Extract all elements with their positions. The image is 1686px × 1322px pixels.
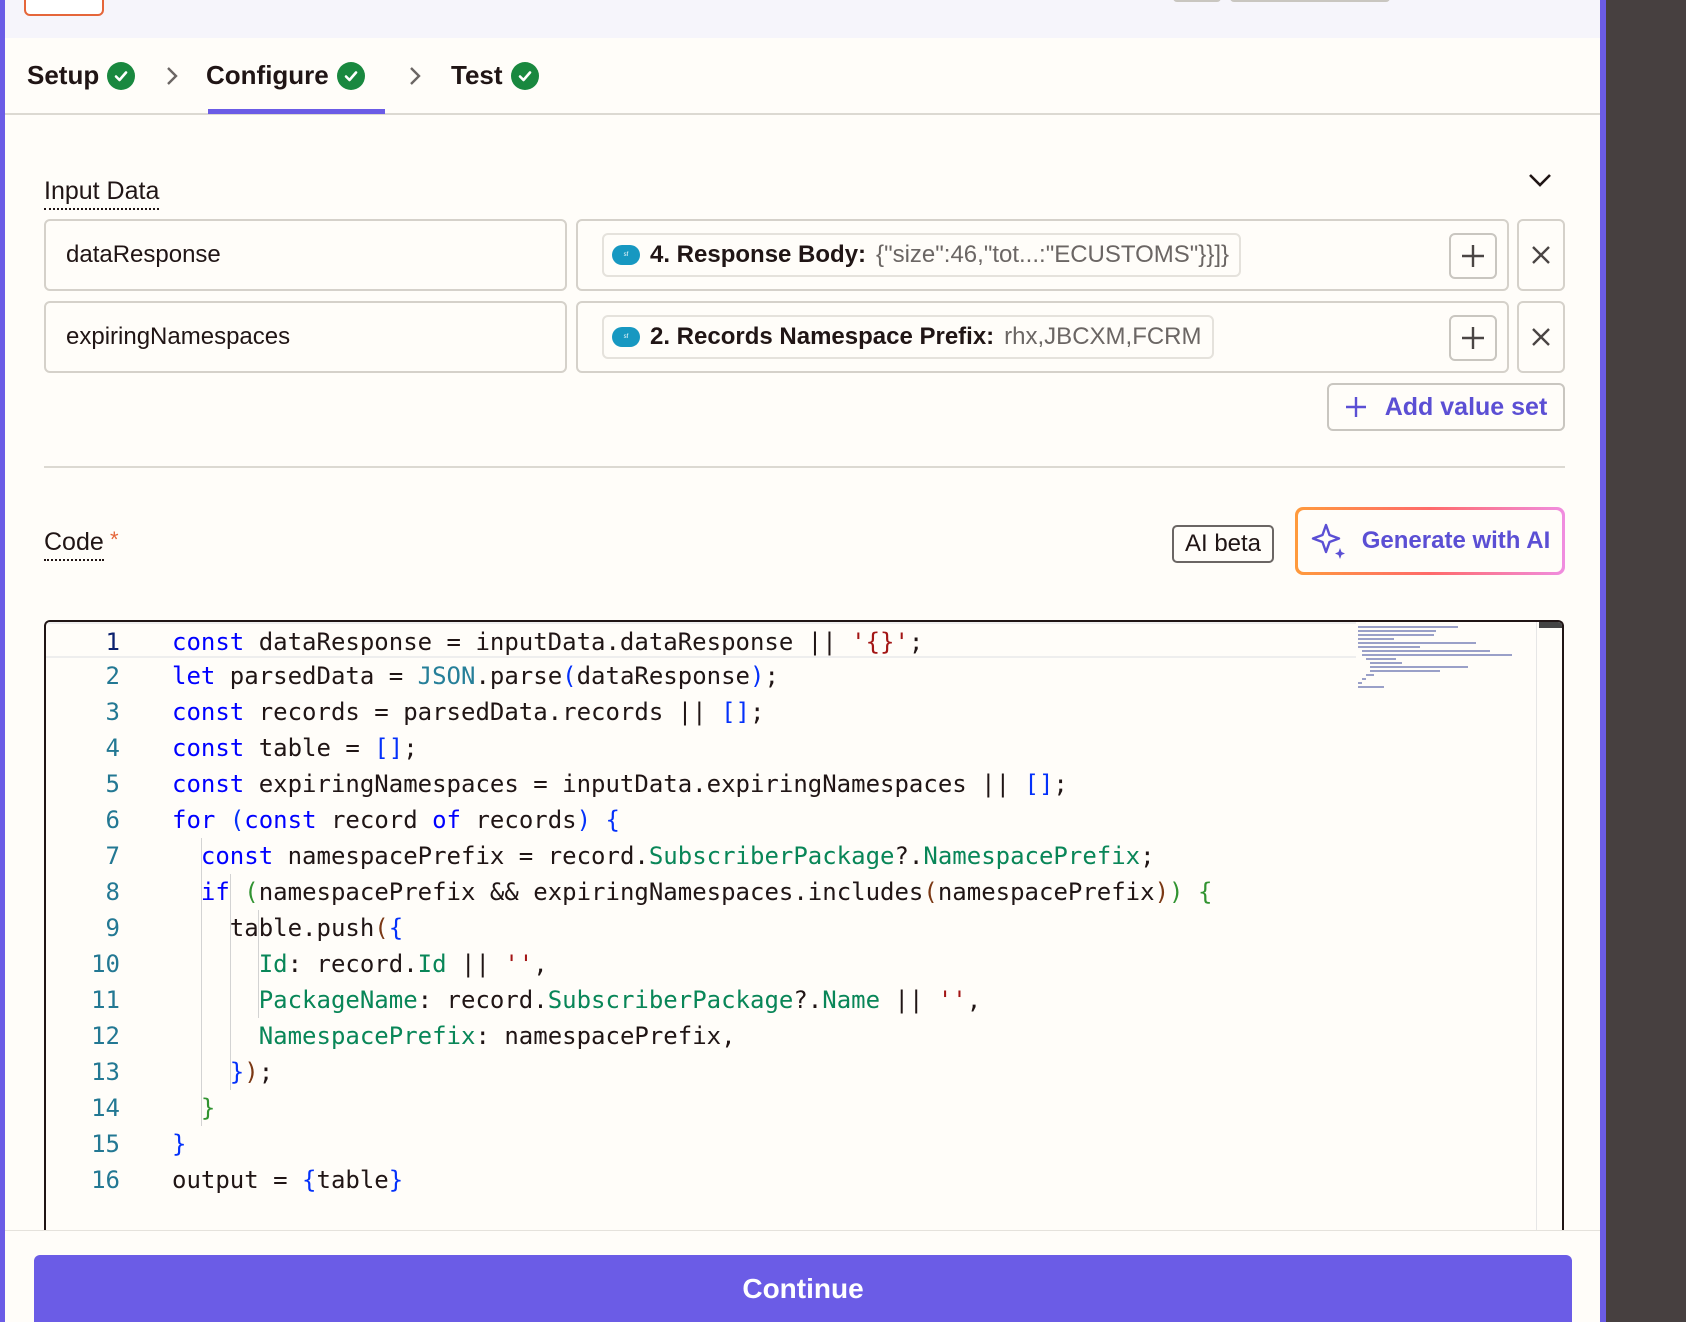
top-toolbar: [5, 0, 1600, 38]
input-value-field[interactable]: sf 2. Records Namespace Prefix: rhx,JBCX…: [576, 301, 1509, 373]
remove-row-button[interactable]: [1517, 301, 1565, 373]
ai-beta-badge: AI beta: [1172, 525, 1274, 563]
chevron-right-icon: [165, 62, 179, 94]
code-line[interactable]: 6 for (const record of records) {: [46, 802, 1356, 838]
pill-preview: {"size":46,"tot...:"ECUSTOMS"}}]}: [876, 241, 1230, 268]
scroll-thumb[interactable]: [1539, 622, 1562, 628]
code-line[interactable]: 16 output = {table}: [46, 1162, 1356, 1198]
code-line[interactable]: 15}: [46, 1126, 1356, 1162]
active-tab-indicator: [208, 109, 385, 114]
plus-icon: [1462, 327, 1484, 349]
check-circle-icon: [336, 61, 365, 90]
line-number: 16: [91, 1166, 120, 1194]
tab-label: Configure: [206, 60, 329, 90]
tab-label: Setup: [27, 60, 100, 90]
line-number: 15: [91, 1130, 120, 1158]
tab-configure[interactable]: Configure: [206, 60, 365, 91]
line-number: 2: [105, 662, 120, 690]
mapped-field-pill[interactable]: sf 2. Records Namespace Prefix: rhx,JBCX…: [602, 315, 1214, 359]
sparkle-icon: [1311, 523, 1345, 559]
insert-data-button[interactable]: [1449, 233, 1497, 279]
check-circle-icon: [107, 61, 136, 90]
code-line[interactable]: 7 const namespacePrefix = record.Subscri…: [46, 838, 1356, 874]
close-icon: [1532, 328, 1550, 346]
top-toolbar-button[interactable]: [1230, 0, 1390, 2]
line-number: 12: [91, 1022, 120, 1050]
panel-border: [1600, 0, 1606, 1322]
line-number: 13: [91, 1058, 120, 1086]
mapped-field-pill[interactable]: sf 4. Response Body: {"size":46,"tot...:…: [602, 233, 1242, 277]
tab-setup[interactable]: Setup: [27, 60, 136, 91]
required-mark: *: [110, 527, 119, 552]
check-circle-icon: [510, 61, 539, 90]
code-line[interactable]: 13 });: [46, 1054, 1356, 1090]
add-value-set-label: Add value set: [1384, 392, 1548, 421]
plus-icon: [1462, 245, 1484, 267]
pill-title: 4. Response Body:: [650, 241, 867, 268]
code-line[interactable]: 1 const dataResponse = inputData.dataResp…: [46, 622, 1356, 658]
code-line[interactable]: 3 const records = parsedData.records || […: [46, 694, 1356, 730]
code-label: Code: [44, 528, 104, 561]
input-data-label: Input Data: [44, 177, 160, 210]
line-number: 1: [105, 628, 120, 656]
top-toolbar-button[interactable]: [24, 0, 104, 16]
code-line[interactable]: 12 NamespacePrefix: namespacePrefix,: [46, 1018, 1356, 1054]
line-number: 9: [105, 914, 120, 942]
salesforce-icon: sf: [612, 327, 640, 347]
line-number: 11: [91, 986, 120, 1014]
generate-with-ai-button[interactable]: Generate with AI: [1295, 507, 1565, 575]
input-key-value: expiringNamespaces: [66, 323, 291, 350]
code-line[interactable]: 9 table.push({: [46, 910, 1356, 946]
editor-scrollbar[interactable]: [1536, 622, 1562, 1240]
step-tabs: Setup Configure Test: [5, 38, 1600, 115]
code-line[interactable]: 14 }: [46, 1090, 1356, 1126]
line-number: 14: [91, 1094, 120, 1122]
close-icon: [1532, 246, 1550, 264]
footer-bar: Continue: [5, 1230, 1600, 1322]
code-line[interactable]: 2 let parsedData = JSON.parse(dataRespons…: [46, 658, 1356, 694]
panel-border: [0, 0, 5, 1322]
input-key-field[interactable]: dataResponse: [44, 219, 567, 291]
pill-preview: rhx,JBCXM,FCRM: [1004, 323, 1202, 350]
line-number: 7: [105, 842, 120, 870]
code-line[interactable]: 5 const expiringNamespaces = inputData.ex…: [46, 766, 1356, 802]
code-minimap[interactable]: [1358, 624, 1518, 692]
code-line[interactable]: 4 const table = [];: [46, 730, 1356, 766]
top-toolbar-button[interactable]: [1173, 0, 1221, 2]
tab-label: Test: [451, 60, 503, 90]
input-value-field[interactable]: sf 4. Response Body: {"size":46,"tot...:…: [576, 219, 1509, 291]
remove-row-button[interactable]: [1517, 219, 1565, 291]
generate-label: Generate with AI: [1361, 527, 1551, 554]
pill-title: 2. Records Namespace Prefix:: [650, 323, 995, 350]
add-value-set-button[interactable]: Add value set: [1327, 383, 1565, 431]
line-number: 6: [105, 806, 120, 834]
code-editor[interactable]: 1 const dataResponse = inputData.dataResp…: [44, 620, 1564, 1240]
chevron-right-icon: [408, 62, 422, 94]
code-line[interactable]: 11 PackageName: record.SubscriberPackage…: [46, 982, 1356, 1018]
code-line[interactable]: 8 if (namespacePrefix && expiringNamespa…: [46, 874, 1356, 910]
salesforce-icon: sf: [612, 245, 640, 265]
section-divider: [44, 466, 1565, 468]
tab-test[interactable]: Test: [451, 60, 539, 91]
input-key-field[interactable]: expiringNamespaces: [44, 301, 567, 373]
line-number: 3: [105, 698, 120, 726]
input-key-value: dataResponse: [66, 241, 221, 268]
insert-data-button[interactable]: [1449, 315, 1497, 361]
line-number: 8: [105, 878, 120, 906]
chevron-down-icon[interactable]: [1525, 168, 1555, 192]
line-number: 5: [105, 770, 120, 798]
line-number: 4: [105, 734, 120, 762]
continue-button[interactable]: Continue: [34, 1255, 1572, 1322]
line-number: 10: [91, 950, 120, 978]
plus-icon: [1345, 397, 1366, 417]
code-line[interactable]: 10 Id: record.Id || '',: [46, 946, 1356, 982]
zap-step-panel: Setup Configure Test Input Data dataResp…: [0, 0, 1606, 1322]
